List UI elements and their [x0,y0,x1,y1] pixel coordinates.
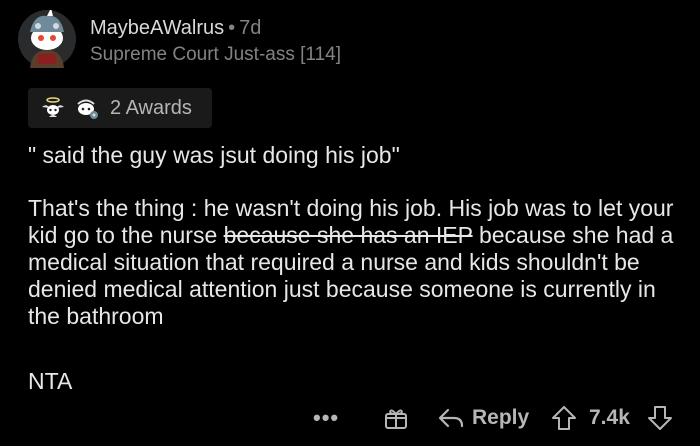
comment-paragraph-1: " said the guy was jsut doing his job" [28,142,400,168]
upvote-arrow-icon [552,406,576,430]
angel-award-icon [42,97,64,117]
comment-meta: MaybeAWalrus • 7d [90,15,261,41]
user-avatar[interactable] [18,10,76,68]
vote-score: 7.4k [589,406,630,429]
gift-icon [385,409,407,429]
user-flair: Supreme Court Just-ass [114] [90,44,341,65]
comment-age: 7d [239,17,262,39]
wholesome-award-icon [77,99,98,119]
comment: MaybeAWalrus • 7d Supreme Court Just-ass [… [0,0,700,446]
strikethrough-text: because she has an IEP [223,222,473,248]
comment-action-bar: ••• Reply 7.4k [0,398,700,438]
awards-pill[interactable]: 2 Awards [28,88,212,128]
comment-paragraph-3: NTA [28,368,73,394]
reply-button[interactable]: Reply [438,398,529,438]
username[interactable]: MaybeAWalrus [90,17,224,39]
comment-paragraph-2: That's the thing : he wasn't doing his j… [28,195,688,330]
awards-count: 2 Awards [110,96,192,119]
upvote-button[interactable] [551,398,577,438]
meta-separator: • [228,17,236,39]
reply-arrow-icon [438,408,464,428]
more-options-button[interactable]: ••• [313,398,339,438]
give-award-button[interactable] [383,398,409,438]
downvote-button[interactable] [647,398,673,438]
downvote-arrow-icon [648,406,672,430]
reply-label: Reply [472,406,530,429]
